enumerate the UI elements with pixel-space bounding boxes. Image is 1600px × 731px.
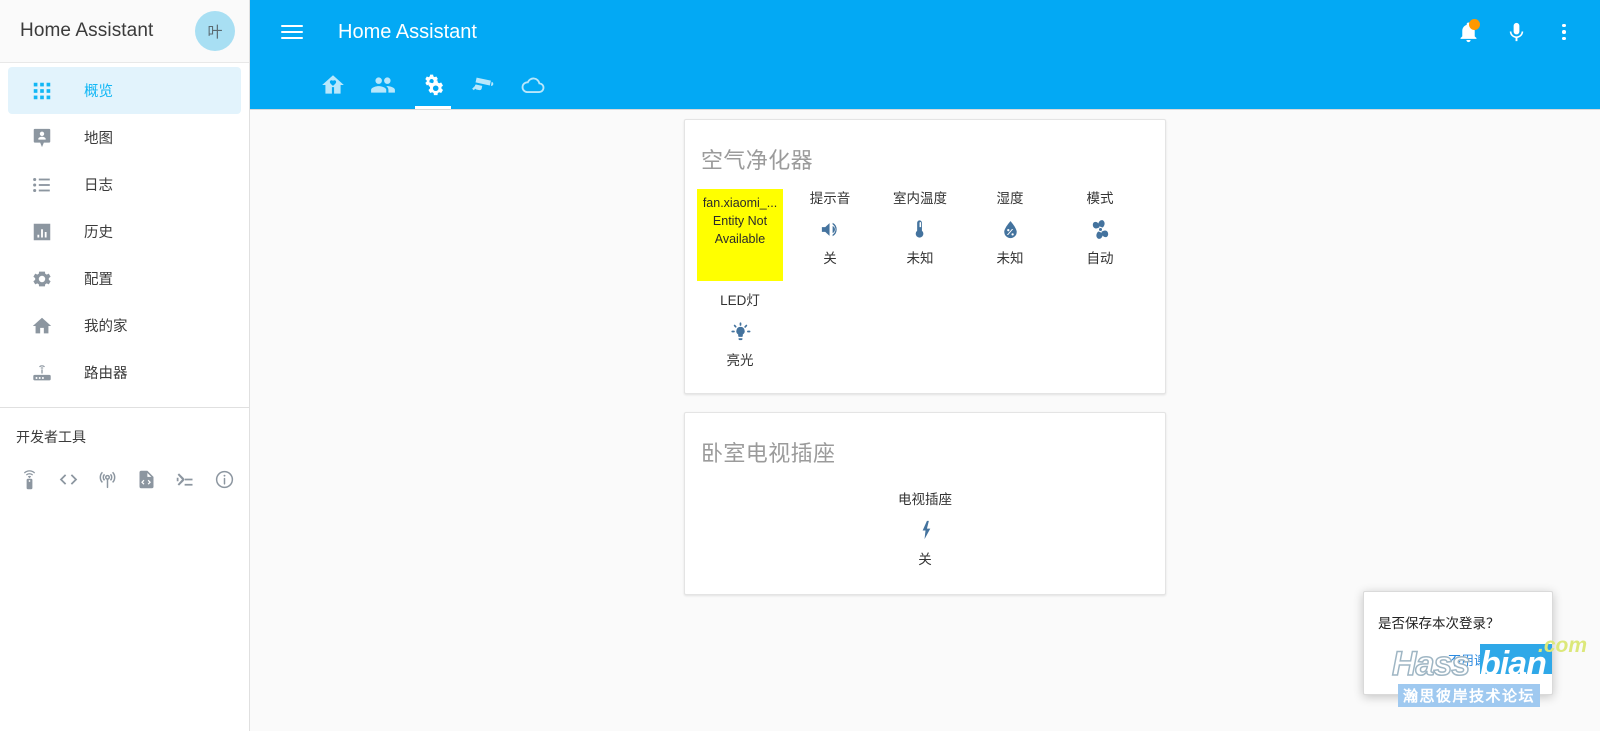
lightbulb-on-icon [729,311,752,351]
entity-name: LED灯 [720,293,760,308]
cards-column: 空气净化器 fan.xiaomi_... Entity Not Availabl… [684,110,1166,595]
sidebar-item-label: 日志 [84,178,113,194]
avatar[interactable]: 叶 [195,11,235,51]
thermometer-icon [909,209,932,249]
map-marker-account-icon [22,127,62,149]
glance-grid: fan.xiaomi_... Entity Not Available 提示音 … [685,185,1165,393]
entity-name: 湿度 [996,191,1024,206]
broadcast-icon[interactable] [88,459,127,499]
accept-save-button[interactable]: 保存 [1512,650,1538,669]
home-assistant-app: Home Assistant 叶 概览 地图 日志 历史 配置 我的家 路由器 … [0,0,1600,731]
volume-high-icon [819,209,842,249]
developer-tools-label: 开发者工具 [16,429,86,445]
glance-entity-mode[interactable]: 模式 自动 [1055,185,1145,287]
router-wireless-icon [22,362,62,384]
page-title: Home Assistant [338,20,477,43]
glance-entity-led[interactable]: LED灯 亮光 [695,287,785,377]
decline-save-button[interactable]: 不用谢谢 [1448,650,1500,669]
tab-cogs[interactable] [408,64,458,109]
entity-state: 关 [823,251,837,266]
sidebar: Home Assistant 叶 概览 地图 日志 历史 配置 我的家 路由器 … [0,0,250,731]
tab-home-heart[interactable] [308,64,358,109]
glance-entity-humidity[interactable]: 湿度 未知 [965,185,1055,287]
card-air-purifier: 空气净化器 fan.xiaomi_... Entity Not Availabl… [684,119,1166,394]
sidebar-item-label: 历史 [84,225,113,241]
save-login-actions: 不用谢谢 保存 [1364,632,1552,669]
glance-entity-unavailable[interactable]: fan.xiaomi_... Entity Not Available [695,185,785,287]
fan-icon [1089,209,1112,249]
notification-badge [1469,19,1480,30]
format-list-bulleted-icon [22,174,62,196]
entity-name: 电视插座 [898,492,952,507]
entity-not-available-box: fan.xiaomi_... Entity Not Available [697,189,783,281]
tab-cloud[interactable] [508,64,558,109]
entity-name: 室内温度 [893,191,947,206]
entity-state: 未知 [906,251,934,266]
view-dashboard-icon [22,80,62,102]
sidebar-item-overview[interactable]: 概览 [8,67,241,114]
sidebar-item-router[interactable]: 路由器 [8,349,241,396]
sidebar-item-history[interactable]: 历史 [8,208,241,255]
tab-cctv[interactable] [458,64,508,109]
microphone-icon[interactable] [1494,10,1538,54]
cog-icon [22,268,62,290]
save-login-dialog: 是否保存本次登录？ 不用谢谢 保存 [1363,591,1553,695]
sidebar-item-my-home[interactable]: 我的家 [8,302,241,349]
entity-state: 未知 [996,251,1024,266]
sidebar-header: Home Assistant 叶 [0,0,249,63]
view-tabs [250,64,1600,109]
sidebar-item-label: 概览 [84,84,113,100]
entity-name: 模式 [1086,191,1114,206]
card-bedroom-tv-socket: 卧室电视插座 电视插座 关 [684,412,1166,595]
dots-vertical-icon[interactable] [1542,10,1586,54]
water-percent-icon [999,209,1022,249]
remote-icon[interactable] [10,459,49,499]
code-tags-icon[interactable] [49,459,88,499]
glance-entity-buzzer[interactable]: 提示音 关 [785,185,875,287]
toolbar-actions [1446,10,1586,54]
entity-name: 提示音 [809,191,851,206]
sidebar-item-label: 路由器 [84,366,128,382]
information-outline-icon[interactable] [205,459,244,499]
glance-grid: 电视插座 关 [685,478,1165,594]
glance-entity-tv-socket[interactable]: 电视插座 关 [880,486,970,576]
app-toolbar: Home Assistant [250,0,1600,64]
hamburger-menu-icon[interactable] [268,8,316,56]
entity-state: 关 [918,552,932,567]
avatar-initial: 叶 [207,23,223,41]
glance-entity-indoor-temperature[interactable]: 室内温度 未知 [875,185,965,287]
tab-account-group[interactable] [358,64,408,109]
file-code-icon[interactable] [127,459,166,499]
entity-unavailable-message: Entity Not Available [712,214,768,246]
sidebar-item-label: 地图 [84,131,113,147]
sidebar-item-logbook[interactable]: 日志 [8,161,241,208]
console-line-icon[interactable] [166,459,205,499]
sidebar-title: Home Assistant [20,20,154,41]
entity-state: 亮光 [726,353,754,368]
card-title: 卧室电视插座 [701,441,836,466]
sidebar-nav: 概览 地图 日志 历史 配置 我的家 路由器 [0,63,249,396]
sidebar-item-configuration[interactable]: 配置 [8,255,241,302]
sidebar-item-map[interactable]: 地图 [8,114,241,161]
sidebar-item-label: 我的家 [84,319,128,335]
bell-icon[interactable] [1446,10,1490,54]
entity-id: fan.xiaomi_... [702,196,778,210]
chart-box-icon [22,221,62,243]
home-icon [22,315,62,337]
flash-icon [914,510,937,550]
developer-tools-row [0,459,249,499]
card-title: 空气净化器 [701,148,814,173]
sidebar-item-label: 配置 [84,272,113,288]
entity-state: 自动 [1086,251,1114,266]
save-login-message: 是否保存本次登录？ [1378,616,1500,631]
